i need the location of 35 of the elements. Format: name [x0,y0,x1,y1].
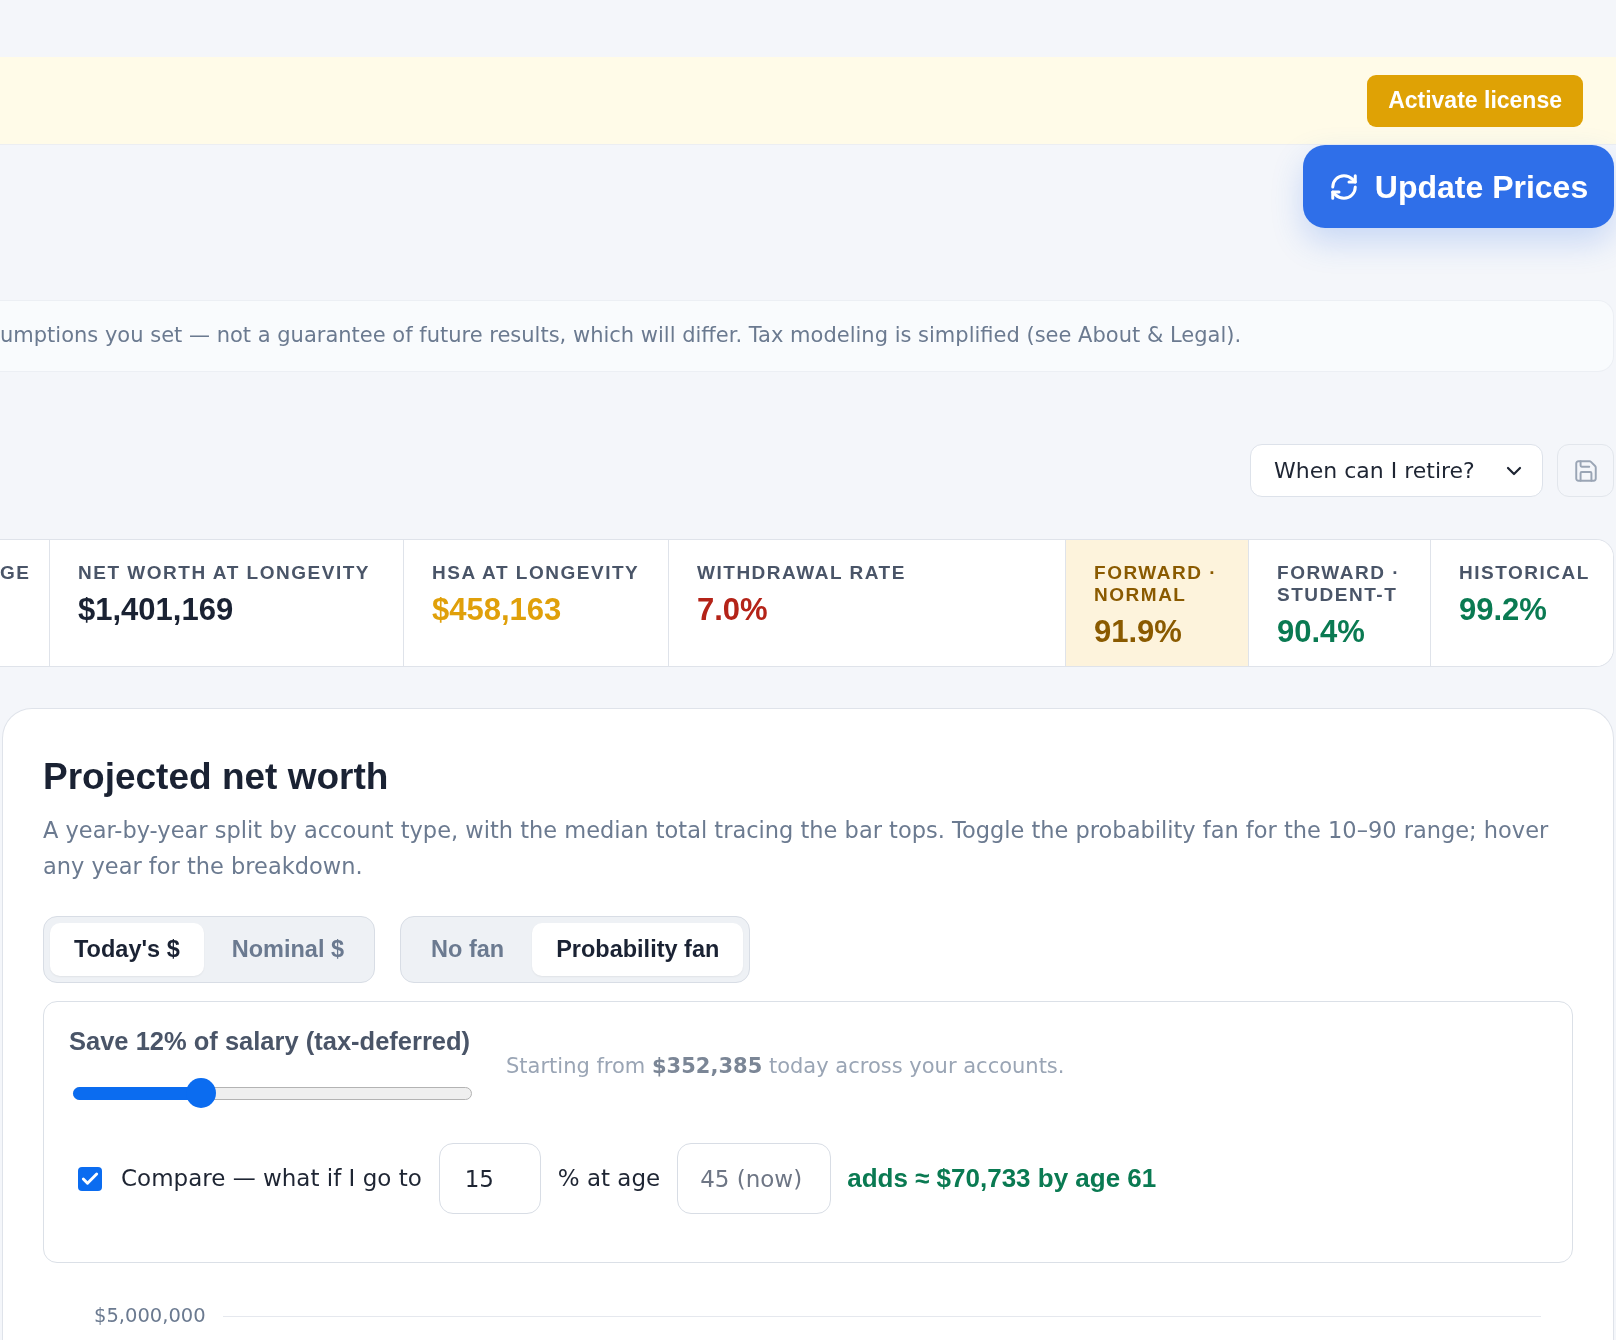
stat-label: NET WORTH AT LONGEVITY [78,562,372,584]
stat-label: WITHDRAWAL RATE [697,562,907,584]
slider-thumb[interactable] [185,1078,216,1108]
toggle-option[interactable]: Probability fan [532,923,744,976]
section-title: Projected net worth [43,755,390,799]
compare-result: adds ≈ $70,733 by age 61 [847,1162,1157,1195]
stat-value: 7.0% [697,592,769,628]
disclaimer-text: umptions you set — not a guarantee of future results, which will differ. Tax modeling is simplified (see About & Legal). [0,322,1242,350]
stat-value: 90.4% [1277,614,1366,650]
age-label: % at age [557,1164,661,1194]
savings-label: Save 12% of salary (tax-deferred) [69,1026,472,1056]
stat-value: 91.9% [1094,614,1183,650]
axis-label: $5,000,000 [94,1305,207,1327]
compare-label: Compare — what if I go to [121,1164,422,1194]
compare-checkbox[interactable] [78,1166,102,1191]
percent-input[interactable]: 15 [438,1143,541,1214]
stat-value: 99.2% [1459,592,1548,628]
age-input[interactable]: 45 (now) [677,1143,832,1214]
refresh-icon [1328,171,1359,202]
stat-label: HSA AT LONGEVITY [432,562,641,584]
stat-value: $1,401,169 [78,592,235,628]
stat-label: FORWARD · STUDENT-T [1277,562,1402,606]
stat-value: $458,163 [432,592,563,628]
stat-label: FORWARD · NORMAL [1094,562,1219,606]
scenario-dropdown[interactable]: When can I retire? [1250,444,1543,497]
toggle-option[interactable]: No fan [407,923,529,976]
toggle-option[interactable]: Today's $ [50,923,204,976]
savings-summary: Starting from $352,385 today across your accounts. [506,1053,1065,1081]
section-description: A year-by-year split by account type, with the median total tracing the bar tops. Toggle the probability fan for the 10–90 range; hover any year for the breakdown. [43,816,1550,881]
save-icon [1572,457,1599,484]
toggle-option[interactable]: Nominal $ [207,923,369,976]
slider[interactable] [73,1078,472,1108]
update-prices-button[interactable]: Update Prices [1303,145,1614,228]
stat-label: GE [0,562,32,584]
stat-label: HISTORICAL [1459,562,1591,584]
